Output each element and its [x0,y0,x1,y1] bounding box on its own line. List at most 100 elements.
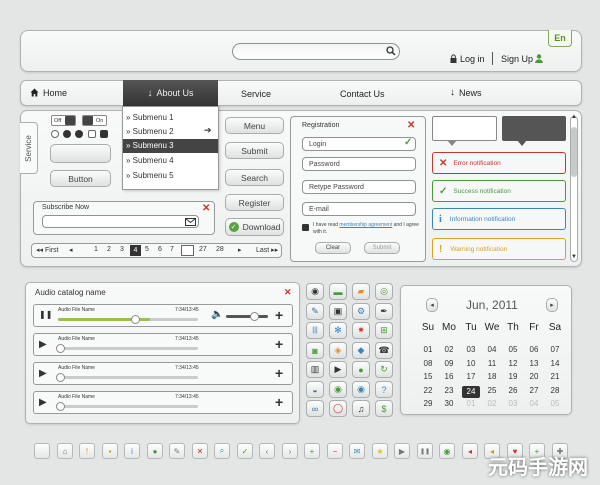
user-icon[interactable]: ● [147,443,163,459]
calendar-day[interactable]: 18 [483,372,501,381]
page-6[interactable]: 6 [158,246,162,253]
calendar-day-selected[interactable]: 24 [462,386,480,398]
home-icon[interactable]: ⌂ [57,443,73,459]
shield-icon[interactable]: ◈ [329,342,347,359]
close-icon[interactable]: ✕ [202,203,210,214]
close-icon[interactable]: ✕ [407,120,415,131]
calendar-day[interactable]: 21 [546,372,564,381]
save-icon[interactable]: ▣ [329,303,347,320]
next-icon[interactable]: › [282,443,298,459]
login-link[interactable]: Log in [460,54,485,64]
minus-icon[interactable]: − [327,443,343,459]
progress-track[interactable] [58,347,198,350]
refresh-icon[interactable]: ↻ [375,361,393,378]
register-button[interactable]: Register [225,194,284,211]
page-28[interactable]: 28 [216,246,224,253]
link-icon[interactable]: ∞ [306,400,324,417]
folder-icon[interactable]: ▰ [352,283,370,300]
submenu-item-2[interactable]: » Submenu 2 [126,127,174,136]
blank-button[interactable] [50,144,111,163]
calendar-day[interactable]: 27 [525,386,543,395]
calendar-day[interactable]: 04 [483,345,501,354]
mail-icon[interactable]: ✉ [349,443,365,459]
progress-knob[interactable] [131,315,140,324]
calendar-day[interactable]: 22 [419,386,437,395]
next-page-icon[interactable]: ▸ [238,246,242,254]
close-icon[interactable]: ✕ [284,287,292,298]
calendar-day[interactable]: 26 [504,386,522,395]
calendar-day[interactable]: 10 [462,359,480,368]
volume-knob[interactable] [250,312,259,321]
calendar-day[interactable]: 02 [483,399,501,408]
chat-icon[interactable]: ▬ [329,283,347,300]
calendar-day[interactable]: 20 [525,372,543,381]
page-1[interactable]: 1 [94,246,98,253]
nav-item-news[interactable]: ↓ News [450,87,482,98]
button-button[interactable]: Button [50,170,111,187]
calendar-day[interactable]: 05 [504,345,522,354]
progress-track[interactable] [58,376,198,379]
settings-icon[interactable]: ⚙ [352,303,370,320]
progress-knob[interactable] [56,344,65,353]
bars-icon[interactable]: ||| [306,322,324,339]
service-tab[interactable]: Service [20,122,38,174]
calendar-day[interactable]: 13 [525,359,543,368]
tag-icon[interactable]: ◆ [352,342,370,359]
last-page-button[interactable]: Last ▸▸ [256,246,278,254]
nav-item-about-us[interactable]: ↓ About Us [123,80,218,106]
video-icon[interactable]: ▶ [329,361,347,378]
submenu-item-5[interactable]: » Submenu 5 [126,171,174,180]
snowflake-icon[interactable]: ✻ [329,322,347,339]
help-icon[interactable]: ? [375,381,393,398]
search-button[interactable]: Search [225,169,284,186]
calendar-day[interactable]: 04 [525,399,543,408]
calendar-day[interactable]: 01 [462,399,480,408]
tools-icon[interactable]: ✎ [306,303,324,320]
rss-icon[interactable]: ◉ [306,283,324,300]
toggle-off[interactable]: Off [51,115,76,126]
calendar-day[interactable]: 12 [504,359,522,368]
calendar-day[interactable]: 03 [462,345,480,354]
pause-icon[interactable]: ❚❚ [39,310,52,319]
gamepad-icon[interactable]: ◒ [306,381,324,398]
subscribe-email-input[interactable] [42,215,199,228]
mail-icon[interactable] [185,218,196,226]
eye-open-icon[interactable]: ◉ [352,381,370,398]
blank-icon[interactable] [34,443,50,459]
calendar-day[interactable]: 16 [440,372,458,381]
play-icon[interactable]: ▶ [39,339,47,350]
calendar-next-button[interactable]: ▸ [546,298,558,312]
add-track-icon[interactable]: + [275,307,283,323]
calendar-day[interactable]: 25 [483,386,501,395]
calendar-day[interactable]: 02 [440,345,458,354]
calendar-day[interactable]: 28 [546,386,564,395]
progress-knob[interactable] [56,402,65,411]
first-page-button[interactable]: ◂◂ First [36,246,59,254]
menu-button[interactable]: Menu [225,117,284,134]
scroll-down-icon[interactable]: ▼ [571,254,577,260]
play-icon[interactable]: ▶ [39,368,47,379]
calendar-day[interactable]: 17 [462,372,480,381]
camera-icon[interactable]: ◙ [306,342,324,359]
password-field[interactable]: Password [302,157,416,171]
radio-checked[interactable] [63,130,71,138]
calendar-day[interactable]: 11 [483,359,501,368]
eye-icon[interactable]: ◉ [329,381,347,398]
phone-icon[interactable]: ☎ [375,342,393,359]
submit-button[interactable]: Submit [225,142,284,159]
trash-icon[interactable]: ▥ [306,361,324,378]
search-icon[interactable]: ⌕ [214,443,230,459]
page-27[interactable]: 27 [199,246,207,253]
dollar-icon[interactable]: $ [375,400,393,417]
music-icon[interactable]: ♫ [352,400,370,417]
page-jump-input[interactable] [181,245,194,256]
close-icon[interactable]: ✕ [192,443,208,459]
volume-track[interactable] [226,315,268,318]
login-field[interactable]: Login [302,137,416,151]
volume-icon[interactable]: 🔈 [211,309,223,320]
calendar-day[interactable]: 01 [419,345,437,354]
download-button[interactable]: ✓ Download [225,218,284,236]
calendar-day[interactable]: 05 [546,399,564,408]
calendar-prev-button[interactable]: ◂ [426,298,438,312]
calendar-day[interactable]: 09 [440,359,458,368]
